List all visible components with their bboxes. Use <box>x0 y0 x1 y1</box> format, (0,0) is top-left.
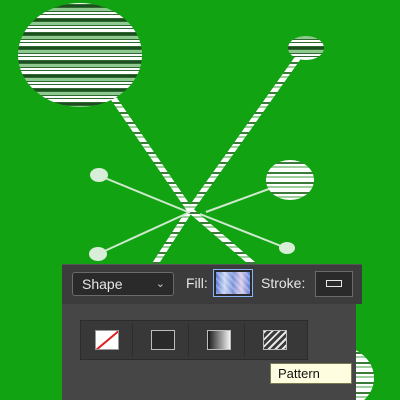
no-color-icon <box>95 330 119 350</box>
rectangle-outline-icon <box>326 280 342 287</box>
shape-mode-dropdown[interactable]: Shape ⌄ <box>72 272 174 296</box>
fill-swatch-button[interactable] <box>213 269 253 297</box>
chevron-down-icon: ⌄ <box>155 278 165 290</box>
fill-label: Fill: <box>186 275 208 291</box>
pattern-tooltip: Pattern <box>270 363 352 384</box>
pattern-icon <box>263 330 287 350</box>
gradient-icon <box>207 330 231 350</box>
fill-type-panel <box>62 304 356 400</box>
fill-type-buttons <box>80 320 308 360</box>
stroke-label: Stroke: <box>261 275 306 291</box>
solid-color-icon <box>151 330 175 350</box>
no-color-button[interactable] <box>81 324 133 356</box>
solid-color-button[interactable] <box>137 324 189 356</box>
stroke-swatch-button[interactable] <box>315 271 353 297</box>
shape-options-bar: Shape ⌄ Fill: Stroke: <box>62 264 362 304</box>
pattern-button[interactable] <box>249 324 301 356</box>
fill-pattern-preview <box>216 272 250 294</box>
shape-mode-value: Shape <box>82 276 123 292</box>
gradient-button[interactable] <box>193 324 245 356</box>
